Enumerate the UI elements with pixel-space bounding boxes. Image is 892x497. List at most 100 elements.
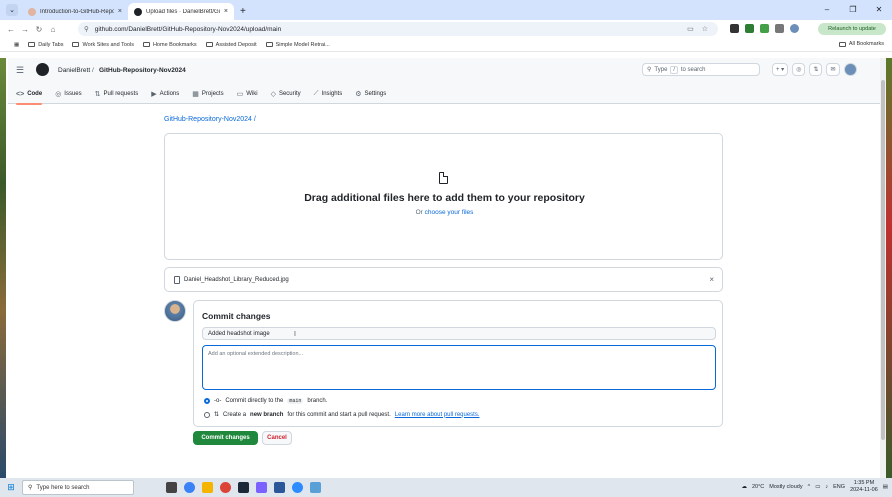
- back-icon[interactable]: ←: [4, 25, 18, 34]
- tab-projects[interactable]: ▦ Projects: [192, 84, 223, 104]
- apps-icon[interactable]: ▦: [14, 42, 19, 48]
- relaunch-button[interactable]: Relaunch to update: [818, 23, 886, 35]
- tab-introduction[interactable]: Introduction-to-GitHub-Reposi ×: [22, 3, 128, 20]
- tab-wiki[interactable]: ▭ Wiki: [237, 84, 258, 104]
- app-icon[interactable]: [310, 482, 321, 493]
- restore-icon[interactable]: ❐: [840, 5, 866, 14]
- issues-icon[interactable]: ◎: [792, 63, 806, 76]
- clock[interactable]: 1:35 PM 2024-11-06: [850, 480, 878, 494]
- github-favicon-icon: [134, 7, 142, 16]
- tab-upload-files[interactable]: Upload files · DanielBrett/GitH ×: [128, 3, 234, 20]
- repo-breadcrumb[interactable]: GitHub-Repository-Nov2024 /: [164, 116, 256, 123]
- taskbar-apps: [166, 482, 321, 493]
- tab-settings[interactable]: ⚙ Settings: [355, 84, 386, 104]
- reload-icon[interactable]: ↻: [32, 25, 46, 34]
- learn-more-link[interactable]: Learn more about pull requests.: [395, 412, 480, 418]
- remove-file-icon[interactable]: ×: [709, 275, 714, 284]
- tab-insights[interactable]: ⟋ Insights: [314, 84, 343, 104]
- browser-toolbar: ← → ↻ ⌂ ⚲ github.com/DanielBrett/GitHub-…: [0, 20, 892, 38]
- radio-new-branch[interactable]: [204, 411, 210, 418]
- radio-commit-direct[interactable]: [204, 398, 210, 404]
- volume-icon[interactable]: ♪: [825, 484, 828, 490]
- edge-icon[interactable]: [184, 482, 195, 493]
- tab-close-icon[interactable]: ×: [118, 8, 122, 15]
- inbox-icon[interactable]: ✉: [826, 63, 840, 76]
- bookmark-home[interactable]: Home Bookmarks: [142, 42, 197, 48]
- commit-description-input[interactable]: Add an optional extended description...: [202, 345, 716, 390]
- language-indicator[interactable]: ENG: [833, 484, 845, 490]
- file-dropzone[interactable]: Drag additional files here to add them t…: [164, 133, 723, 260]
- minimize-icon[interactable]: –: [814, 5, 840, 14]
- bookmark-daily-tabs[interactable]: Daily Tabs: [28, 42, 63, 48]
- repo-owner-link[interactable]: DanielBrett: [58, 67, 90, 74]
- chrome-icon[interactable]: [220, 482, 231, 493]
- weather-icon[interactable]: ☁: [741, 484, 747, 490]
- commit-new-branch-option[interactable]: ⇅ Create a new branch for this commit an…: [204, 411, 480, 418]
- extension-icon[interactable]: [760, 24, 769, 33]
- tab-title: Introduction-to-GitHub-Reposi: [40, 8, 114, 15]
- tab-pull-requests[interactable]: ⇅ Pull requests: [95, 84, 139, 104]
- commit-summary-input[interactable]: Added headshot image: [202, 327, 716, 340]
- new-tab-icon[interactable]: +: [234, 6, 252, 20]
- extension-icon[interactable]: [745, 24, 754, 33]
- site-info-icon[interactable]: ⚲: [84, 25, 89, 33]
- profile-avatar[interactable]: [790, 24, 799, 33]
- uploaded-file-row: Daniel_Headshot_Library_Reduced.jpg ×: [164, 267, 723, 292]
- repo-name-link[interactable]: GitHub-Repository-Nov2024: [99, 67, 186, 74]
- home-icon[interactable]: ⌂: [46, 25, 60, 34]
- word-icon[interactable]: [274, 482, 285, 493]
- tab-actions[interactable]: ▶ Actions: [151, 84, 179, 104]
- install-app-icon[interactable]: ▭: [687, 25, 694, 33]
- search-shortcut: /: [670, 65, 678, 74]
- menu-icon[interactable]: ☰: [16, 65, 24, 76]
- cancel-button[interactable]: Cancel: [262, 431, 292, 445]
- create-new-button[interactable]: + ▾: [772, 63, 789, 76]
- all-bookmarks[interactable]: All Bookmarks: [838, 41, 884, 47]
- bookmark-label: Daily Tabs: [38, 41, 64, 48]
- tab-close-icon[interactable]: ×: [224, 8, 228, 15]
- temperature: 20°C: [751, 484, 765, 490]
- github-logo-icon[interactable]: [36, 63, 49, 76]
- task-view-icon[interactable]: [166, 482, 177, 493]
- bookmark-star-icon[interactable]: ☆: [702, 25, 708, 33]
- scrollbar-thumb[interactable]: [881, 80, 885, 440]
- notifications-icon[interactable]: ▤: [883, 484, 888, 490]
- commit-direct-option[interactable]: -o- Commit directly to the main branch.: [204, 398, 327, 404]
- file-icon: [174, 276, 180, 284]
- puzzle-icon[interactable]: [775, 24, 784, 33]
- file-explorer-icon[interactable]: [202, 482, 213, 493]
- avatar[interactable]: [843, 63, 857, 76]
- repo-nav: <> Code ◎ Issues ⇅ Pull requests ▶ Actions ▦…: [16, 84, 386, 105]
- extension-icon[interactable]: [730, 24, 739, 33]
- bookmark-work-sites[interactable]: Work Sites and Tools: [72, 42, 134, 48]
- folder-icon: [142, 42, 150, 47]
- tab-issues[interactable]: ◎ Issues: [55, 84, 81, 104]
- zoom-icon[interactable]: [292, 482, 303, 493]
- shield-icon: ◇: [270, 91, 276, 98]
- bookmark-simple-model[interactable]: Simple Model Retrai...: [265, 42, 330, 48]
- tab-search-icon[interactable]: ⌄: [6, 4, 18, 16]
- choose-files-link[interactable]: choose your files: [425, 209, 474, 216]
- search-input[interactable]: ⚲ Type / to search: [642, 63, 760, 76]
- forward-icon[interactable]: →: [18, 25, 32, 34]
- pull-requests-icon[interactable]: ⇅: [809, 63, 823, 76]
- clock-date: 2024-11-06: [850, 487, 878, 493]
- tab-code[interactable]: <> Code: [16, 84, 43, 105]
- breadcrumb-separator: /: [92, 67, 94, 74]
- commit-changes-button[interactable]: Commit changes: [193, 431, 258, 445]
- bookmark-assisted-deposit[interactable]: Assisted Deposit: [205, 42, 257, 48]
- dropzone-title: Drag additional files here to add them t…: [304, 192, 585, 204]
- address-bar[interactable]: ⚲ github.com/DanielBrett/GitHub-Reposito…: [78, 22, 718, 36]
- windows-start-icon[interactable]: ⊞: [0, 482, 22, 493]
- close-window-icon[interactable]: ✕: [866, 5, 892, 14]
- teams-icon[interactable]: [256, 482, 267, 493]
- folder-icon: [28, 42, 36, 47]
- network-icon[interactable]: ▭: [815, 484, 820, 490]
- steam-icon[interactable]: [238, 482, 249, 493]
- chevron-up-icon[interactable]: ^: [808, 484, 811, 490]
- tab-security[interactable]: ◇ Security: [271, 84, 301, 104]
- taskbar-search-input[interactable]: ⚲ Type here to search: [22, 480, 134, 495]
- folder-icon: [72, 42, 80, 47]
- tab-label: Security: [278, 91, 301, 97]
- avatar: [164, 300, 186, 322]
